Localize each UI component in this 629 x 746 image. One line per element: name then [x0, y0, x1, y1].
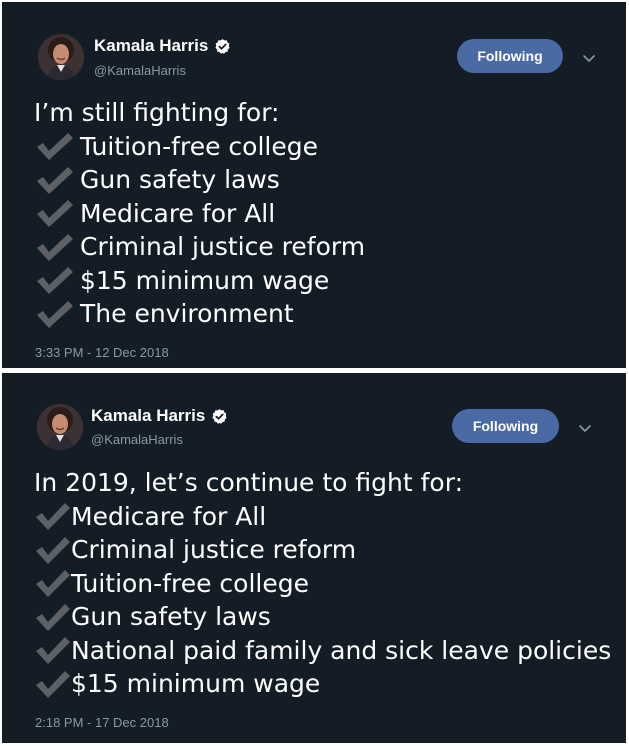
heavy-check-mark-icon: [36, 603, 70, 631]
list-item-label: Medicare for All: [80, 198, 276, 228]
author-handle[interactable]: @KamalaHarris: [94, 63, 186, 78]
heavy-check-mark-icon: [36, 536, 70, 564]
list-item-label: $15 minimum wage: [80, 265, 330, 295]
author-display-name[interactable]: Kamala Harris: [91, 406, 205, 426]
avatar-image: [38, 34, 84, 80]
list-item: $15 minimum wage: [34, 264, 365, 298]
tweet-intro-line: In 2019, let’s continue to fight for:: [34, 468, 463, 497]
heavy-check-mark-icon: [37, 300, 73, 328]
heavy-check-mark-icon: [37, 200, 73, 228]
chevron-down-icon[interactable]: [582, 53, 596, 63]
verified-badge-icon: [212, 408, 227, 424]
heavy-check-mark-icon: [36, 570, 70, 598]
tweet-text: In 2019, let’s continue to fight for: Me…: [34, 466, 611, 701]
verified-badge-icon: [215, 38, 230, 54]
avatar[interactable]: [38, 34, 84, 80]
tweet-text: I’m still fighting for: Tuition-free col…: [34, 96, 365, 331]
list-item: Criminal justice reform: [34, 230, 365, 264]
following-button[interactable]: Following: [452, 409, 559, 443]
tweet-card: Kamala Harris @KamalaHarris Following I’…: [2, 2, 626, 368]
author-name-row[interactable]: Kamala Harris: [91, 406, 228, 426]
avatar[interactable]: [37, 404, 83, 450]
heavy-check-mark-icon: [37, 166, 73, 194]
heavy-check-mark-icon: [37, 267, 73, 295]
list-item-label: Gun safety laws: [71, 602, 271, 631]
list-item: The environment: [34, 297, 365, 331]
list-item: Tuition-free college: [34, 567, 611, 601]
list-item: Medicare for All: [34, 500, 611, 534]
chevron-down-icon[interactable]: [578, 423, 592, 433]
list-item: National paid family and sick leave poli…: [34, 634, 611, 668]
heavy-check-mark-icon: [36, 503, 70, 531]
list-item-label: Tuition-free college: [71, 568, 309, 598]
list-item-label: Criminal justice reform: [80, 232, 366, 261]
list-item-label: Criminal justice reform: [71, 535, 357, 564]
author-name-row[interactable]: Kamala Harris: [94, 36, 231, 56]
list-item: Gun safety laws: [34, 600, 611, 634]
list-item: $15 minimum wage: [34, 667, 611, 701]
list-item: Tuition-free college: [34, 130, 365, 164]
heavy-check-mark-icon: [37, 133, 73, 161]
tweet-timestamp[interactable]: 2:18 PM - 17 Dec 2018: [35, 715, 169, 730]
list-item-label: Medicare for All: [71, 501, 267, 531]
author-display-name[interactable]: Kamala Harris: [94, 36, 208, 56]
list-item-label: The environment: [80, 299, 294, 328]
heavy-check-mark-icon: [37, 233, 73, 261]
list-item: Criminal justice reform: [34, 533, 611, 567]
list-item: Medicare for All: [34, 197, 365, 231]
avatar-image: [37, 404, 83, 450]
tweet-card: Kamala Harris @KamalaHarris Following In…: [2, 373, 626, 743]
list-item-label: Tuition-free college: [80, 131, 318, 161]
list-item-label: Gun safety laws: [80, 165, 280, 194]
tweet-timestamp[interactable]: 3:33 PM - 12 Dec 2018: [35, 345, 169, 360]
list-item-label: National paid family and sick leave poli…: [71, 635, 612, 665]
list-item: Gun safety laws: [34, 163, 365, 197]
heavy-check-mark-icon: [36, 670, 70, 698]
heavy-check-mark-icon: [36, 637, 70, 665]
tweet-intro-line: I’m still fighting for:: [34, 98, 280, 127]
following-button[interactable]: Following: [457, 39, 563, 73]
author-handle[interactable]: @KamalaHarris: [91, 432, 183, 447]
list-item-label: $15 minimum wage: [71, 669, 321, 698]
